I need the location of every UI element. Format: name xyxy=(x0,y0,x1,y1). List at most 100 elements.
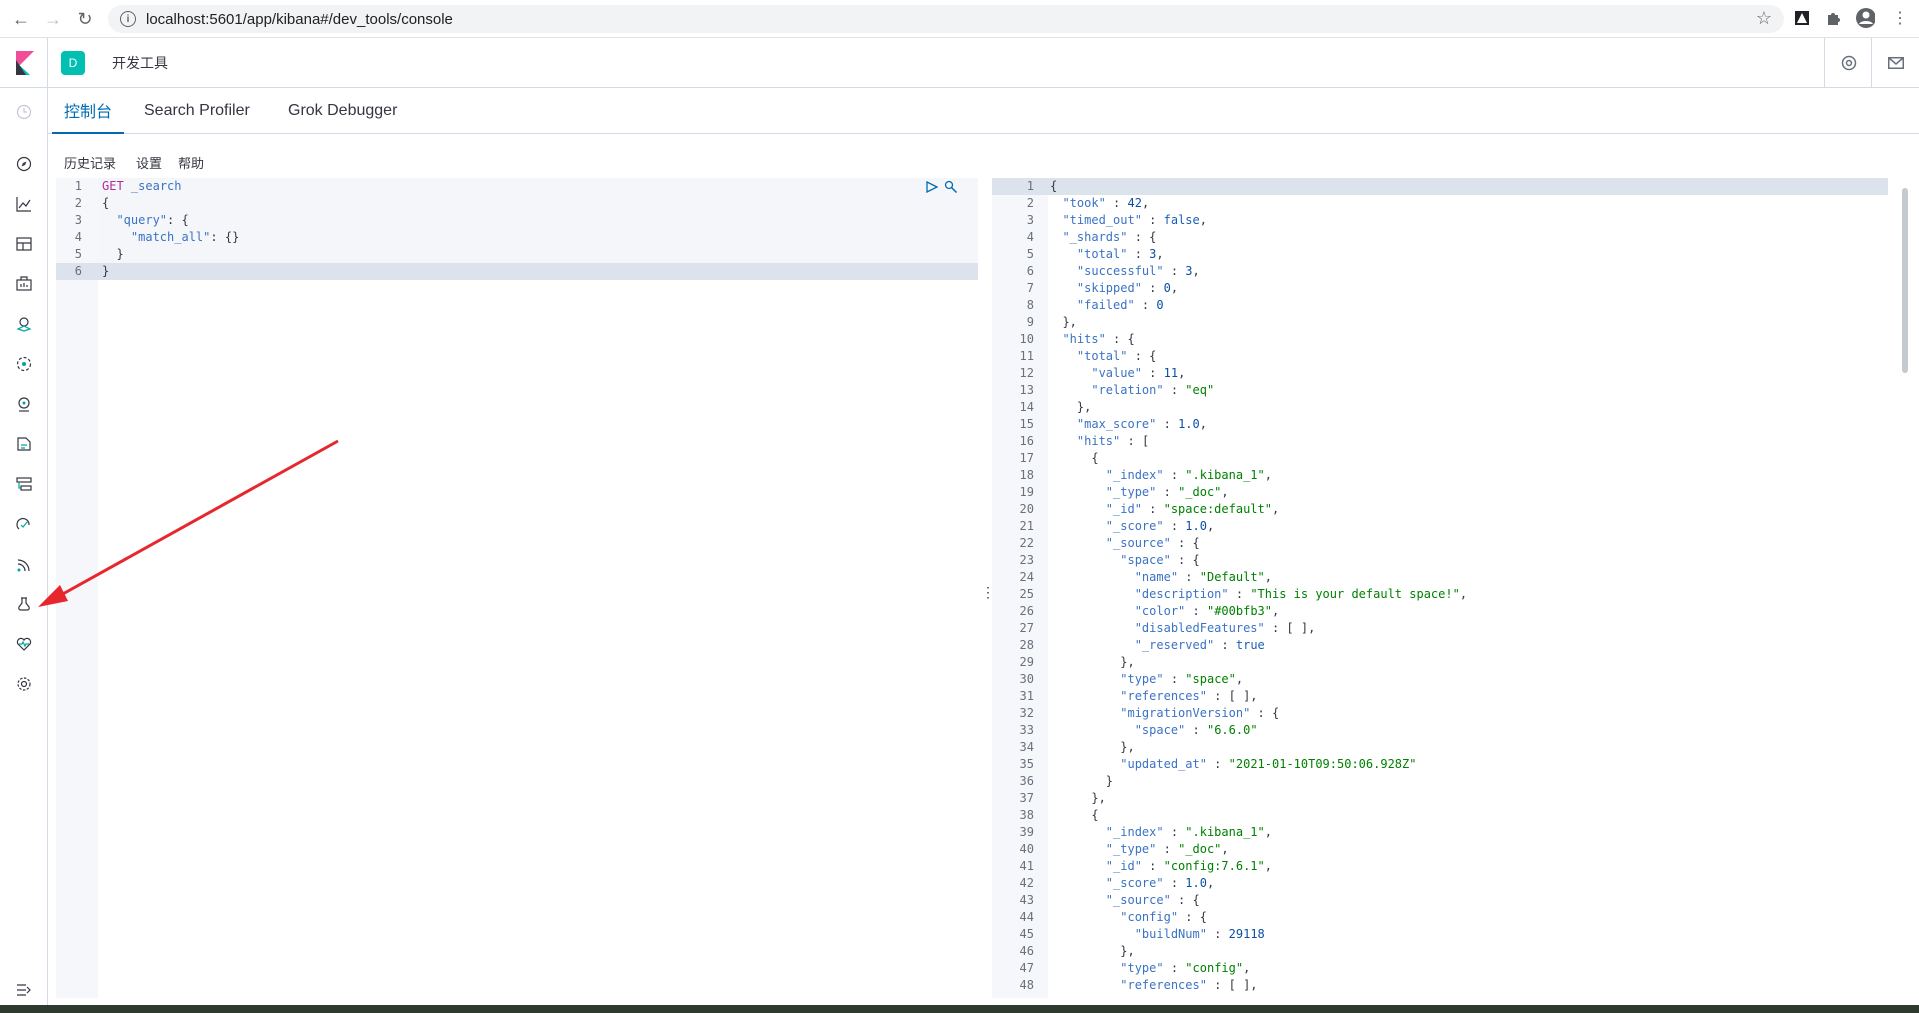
line-number: 40 xyxy=(1019,842,1034,856)
line-number: 15 xyxy=(1019,417,1034,431)
code-line: "references" : [ ], xyxy=(1120,978,1258,992)
line-number: 47 xyxy=(1019,961,1034,975)
code-line: "config" : { xyxy=(1120,910,1207,924)
taskbar-strip xyxy=(0,1005,1919,1013)
line-number: 48 xyxy=(1019,978,1034,992)
code-line: { xyxy=(1048,451,1099,465)
line-number: 42 xyxy=(1019,876,1034,890)
wrench-settings-icon[interactable] xyxy=(944,180,960,197)
kibana-logo[interactable] xyxy=(0,38,48,87)
code-line: "query": { xyxy=(116,213,189,227)
line-number: 2 xyxy=(74,196,82,210)
browser-toolbar: ← → ↻ i localhost:5601/app/kibana#/dev_t… xyxy=(0,0,1919,38)
maps-icon[interactable] xyxy=(12,312,36,336)
code-line: GET _search xyxy=(102,179,182,193)
siem-icon[interactable] xyxy=(12,392,36,416)
line-number: 14 xyxy=(1019,400,1034,414)
stack-monitoring-icon[interactable] xyxy=(12,632,36,656)
management-gear-icon[interactable] xyxy=(12,672,36,696)
newsfeed-mail-icon[interactable] xyxy=(1871,38,1919,87)
code-line: "updated_at" : "2021-01-10T09:50:06.928Z… xyxy=(1120,757,1417,771)
history-button[interactable]: 历史记录 xyxy=(64,153,116,172)
dev-tools-tabs: 控制台 Search Profiler Grok Debugger xyxy=(48,88,1919,134)
help-button[interactable]: 帮助 xyxy=(178,153,204,172)
code-line: "timed_out" : false, xyxy=(1062,213,1207,227)
help-menu-icon[interactable] xyxy=(1824,38,1872,87)
code-line: "hits" : [ xyxy=(1076,434,1150,448)
line-number: 20 xyxy=(1019,502,1034,516)
line-number: 37 xyxy=(1019,791,1034,805)
response-scrollbar[interactable] xyxy=(1902,188,1908,373)
collapse-nav-icon[interactable] xyxy=(12,978,36,1002)
code-line: "_score" : 1.0, xyxy=(1105,519,1215,533)
line-number: 35 xyxy=(1019,757,1034,771)
tab-grok-debugger[interactable]: Grok Debugger xyxy=(288,88,397,134)
line-number: 4 xyxy=(1026,230,1034,244)
back-icon[interactable]: ← xyxy=(6,4,36,34)
dashboard-icon[interactable] xyxy=(12,232,36,256)
space-avatar[interactable]: D xyxy=(61,51,85,75)
line-number: 1 xyxy=(992,178,1048,195)
discover-icon[interactable] xyxy=(12,152,36,176)
code-line: "successful" : 3, xyxy=(1076,264,1200,278)
code-line: { xyxy=(1048,178,1888,195)
line-number: 5 xyxy=(74,247,82,261)
line-number: 3 xyxy=(74,213,82,227)
code-line: "match_all": {} xyxy=(130,230,240,244)
code-line: }, xyxy=(1048,315,1077,329)
code-line: } xyxy=(102,247,124,261)
line-number: 27 xyxy=(1019,621,1034,635)
settings-button[interactable]: 设置 xyxy=(136,153,162,172)
tab-search-profiler[interactable]: Search Profiler xyxy=(144,88,250,134)
line-number: 23 xyxy=(1019,553,1034,567)
visualize-icon[interactable] xyxy=(12,192,36,216)
send-request-icon[interactable] xyxy=(926,180,939,196)
code-line: "value" : 11, xyxy=(1091,366,1186,380)
code-line: } xyxy=(1048,774,1114,788)
forward-icon[interactable]: → xyxy=(38,4,68,34)
line-number: 26 xyxy=(1019,604,1034,618)
line-number: 2 xyxy=(1026,196,1034,210)
response-editor[interactable]: 1 2 3 4 5 6 7 8 9 10 11 12 13 14 15 16 1… xyxy=(992,178,1898,998)
line-number: 28 xyxy=(1019,638,1034,652)
line-number: 8 xyxy=(1026,298,1034,312)
line-number: 30 xyxy=(1019,672,1034,686)
canvas-icon[interactable] xyxy=(12,272,36,296)
puzzle-icon[interactable] xyxy=(1824,8,1844,28)
ml-icon[interactable] xyxy=(12,352,36,376)
code-line: "failed" : 0 xyxy=(1076,298,1164,312)
reload-icon[interactable]: ↻ xyxy=(70,4,100,34)
line-number: 22 xyxy=(1019,536,1034,550)
recently-viewed-icon[interactable] xyxy=(12,100,36,124)
code-line: "_type" : "_doc", xyxy=(1105,485,1229,499)
address-bar[interactable]: i localhost:5601/app/kibana#/dev_tools/c… xyxy=(108,5,1784,33)
profile-avatar-icon[interactable] xyxy=(1855,8,1875,28)
extension-icon[interactable] xyxy=(1792,8,1812,28)
tab-console[interactable]: 控制台 xyxy=(52,88,125,134)
line-number: 39 xyxy=(1019,825,1034,839)
code-line: "type" : "config", xyxy=(1120,961,1251,975)
console-toolbar: 历史记录 设置 帮助 xyxy=(48,134,1919,178)
line-number: 21 xyxy=(1019,519,1034,533)
code-line: "space" : "6.6.0" xyxy=(1134,723,1258,737)
line-number: 4 xyxy=(74,230,82,244)
code-line: "color" : "#00bfb3", xyxy=(1134,604,1280,618)
annotation-arrow xyxy=(38,439,339,607)
info-icon[interactable]: i xyxy=(120,11,136,27)
code-line: "_source" : { xyxy=(1105,893,1200,907)
line-number: 17 xyxy=(1019,451,1034,465)
line-number: 7 xyxy=(1026,281,1034,295)
code-line: "_shards" : { xyxy=(1062,230,1157,244)
line-number: 3 xyxy=(1026,213,1034,227)
line-number: 41 xyxy=(1019,859,1034,873)
line-number: 1 xyxy=(74,179,82,193)
line-number: 12 xyxy=(1019,366,1034,380)
bookmark-star-icon[interactable]: ☆ xyxy=(1756,8,1772,29)
code-line: "total" : { xyxy=(1076,349,1157,363)
menu-dots-icon[interactable]: ⋮ xyxy=(1890,8,1910,28)
line-number: 19 xyxy=(1019,485,1034,499)
line-number: 36 xyxy=(1019,774,1034,788)
code-line: "_index" : ".kibana_1", xyxy=(1105,825,1272,839)
line-number: 25 xyxy=(1019,587,1034,601)
line-number: 34 xyxy=(1019,740,1034,754)
